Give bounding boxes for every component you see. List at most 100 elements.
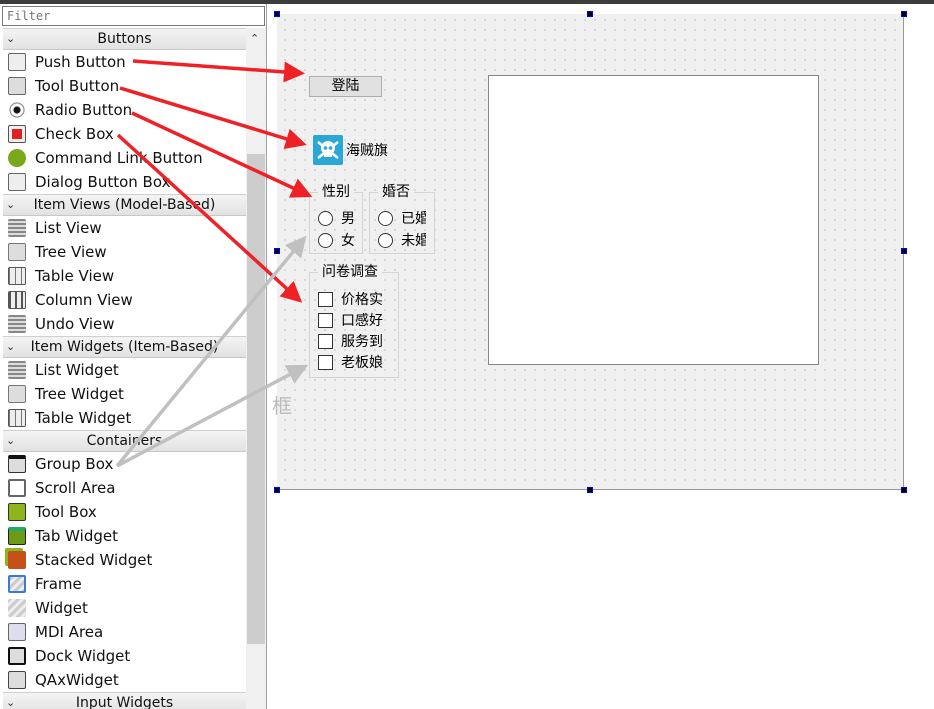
widget-item-group-box[interactable]: Group Box <box>3 452 246 476</box>
widget-item-label: Push Button <box>35 53 126 71</box>
widget-item-label: Table View <box>35 267 115 285</box>
radio-label: 已婚 <box>401 211 426 227</box>
radio-label: 男 <box>341 211 355 227</box>
list-widget-icon <box>8 361 26 379</box>
radio-circle-icon[interactable] <box>318 210 333 226</box>
group-box-title: 问卷调查 <box>318 263 382 281</box>
dialog-button-box-icon <box>8 173 26 191</box>
checkbox-square-icon[interactable] <box>318 291 333 307</box>
checkbox-label: 老板娘 <box>341 355 383 371</box>
annotation-text: 框 <box>272 394 292 418</box>
widget-item-tool-box[interactable]: Tool Box <box>3 500 246 524</box>
widget-list-scrollbar[interactable]: ⌃ <box>246 28 266 709</box>
widget-item-radio-button[interactable]: Radio Button <box>3 98 246 122</box>
widget-item-list-view[interactable]: List View <box>3 216 246 240</box>
widget-item-frame[interactable]: Frame <box>3 572 246 596</box>
widget-icon <box>8 599 26 617</box>
pirate-flag-tool-button[interactable]: 海贼旗 <box>313 135 388 165</box>
radio-unmarried[interactable]: 未婚 <box>378 230 426 250</box>
resize-handle[interactable] <box>901 11 907 17</box>
widget-item-label: Undo View <box>35 315 115 333</box>
widget-item-check-box[interactable]: Check Box <box>3 122 246 146</box>
checkbox-option[interactable]: 口感好 <box>318 310 389 330</box>
widget-item-widget[interactable]: Widget <box>3 596 246 620</box>
tool-button-label: 海贼旗 <box>346 143 388 159</box>
widget-item-label: Stacked Widget <box>35 551 153 569</box>
section-title: Buttons <box>97 31 152 47</box>
tab-widget-icon <box>8 527 26 545</box>
resize-handle[interactable] <box>274 248 280 254</box>
section-header-item-widgets-item-based[interactable]: ⌄ Item Widgets (Item-Based) <box>3 336 246 358</box>
widget-item-table-widget[interactable]: Table Widget <box>3 406 246 430</box>
checkbox-option[interactable]: 服务到 <box>318 331 389 351</box>
widget-item-qaxwidget[interactable]: QAxWidget <box>3 668 246 692</box>
widget-item-label: Dock Widget <box>35 647 131 665</box>
widget-item-push-button[interactable]: Push Button <box>3 50 246 74</box>
checkbox-label: 服务到 <box>341 334 383 350</box>
checkbox-label: 价格实 <box>341 292 383 308</box>
section-header-input-widgets[interactable]: ⌄ Input Widgets <box>3 692 246 709</box>
survey-group-box: 问卷调查 价格实 口感好 服务到 老板娘 <box>309 263 399 378</box>
filter-input[interactable] <box>2 6 265 26</box>
stacked-widget-icon <box>8 551 26 569</box>
widget-item-list-widget[interactable]: List Widget <box>3 358 246 382</box>
checkbox-square-icon[interactable] <box>318 354 333 370</box>
scrollbar-thumb[interactable] <box>247 154 265 644</box>
widget-item-tab-widget[interactable]: Tab Widget <box>3 524 246 548</box>
section-header-buttons[interactable]: ⌄ Buttons <box>3 28 246 50</box>
radio-married[interactable]: 已婚 <box>378 208 426 228</box>
widget-item-tree-view[interactable]: Tree View <box>3 240 246 264</box>
dock-widget-icon <box>8 647 26 665</box>
widget-item-label: Column View <box>35 291 133 309</box>
checkbox-square-icon[interactable] <box>318 312 333 328</box>
widget-item-label: List Widget <box>35 361 119 379</box>
radio-circle-icon[interactable] <box>378 210 393 226</box>
widget-item-label: Frame <box>35 575 82 593</box>
skull-icon <box>313 135 343 165</box>
widget-item-label: QAxWidget <box>35 671 119 689</box>
widget-item-tree-widget[interactable]: Tree Widget <box>3 382 246 406</box>
widget-item-stacked-widget[interactable]: Stacked Widget <box>3 548 246 572</box>
widget-item-mdi-area[interactable]: MDI Area <box>3 620 246 644</box>
column-view-icon <box>8 291 26 309</box>
section-header-item-views-model-based[interactable]: ⌄ Item Views (Model-Based) <box>3 194 246 216</box>
widget-item-label: Scroll Area <box>35 479 116 497</box>
resize-handle[interactable] <box>587 487 593 493</box>
check-box-icon <box>8 125 26 143</box>
login-push-button[interactable]: 登陆 <box>309 76 382 97</box>
widget-item-tool-button[interactable]: Tool Button <box>3 74 246 98</box>
resize-handle[interactable] <box>587 11 593 17</box>
widget-item-command-link-button[interactable]: Command Link Button <box>3 146 246 170</box>
tree-widget-icon <box>8 385 26 403</box>
chevron-down-icon: ⌄ <box>6 32 16 45</box>
section-header-containers[interactable]: ⌄ Containers <box>3 430 246 452</box>
radio-circle-icon[interactable] <box>378 232 393 248</box>
chevron-down-icon: ⌄ <box>6 434 16 447</box>
widget-item-label: Tree Widget <box>35 385 124 403</box>
resize-handle[interactable] <box>274 487 280 493</box>
frame-icon <box>8 575 26 593</box>
widget-item-label: MDI Area <box>35 623 104 641</box>
widget-item-dialog-button-box[interactable]: Dialog Button Box <box>3 170 246 194</box>
resize-handle[interactable] <box>274 11 280 17</box>
resize-handle[interactable] <box>901 248 907 254</box>
tool-box-icon <box>8 503 26 521</box>
widget-item-label: Tab Widget <box>35 527 118 545</box>
resize-handle[interactable] <box>901 487 907 493</box>
radio-male[interactable]: 男 <box>318 208 362 228</box>
text-edit[interactable] <box>488 75 819 365</box>
section-title: Input Widgets <box>75 695 174 709</box>
widget-item-scroll-area[interactable]: Scroll Area <box>3 476 246 500</box>
widget-item-label: Radio Button <box>35 101 133 119</box>
radio-female[interactable]: 女 <box>318 230 362 250</box>
widget-item-column-view[interactable]: Column View <box>3 288 246 312</box>
widget-item-dock-widget[interactable]: Dock Widget <box>3 644 246 668</box>
widget-item-undo-view[interactable]: Undo View <box>3 312 246 336</box>
checkbox-option[interactable]: 价格实 <box>318 289 389 309</box>
radio-circle-icon[interactable] <box>318 232 333 248</box>
push-button-icon <box>8 53 26 71</box>
checkbox-option[interactable]: 老板娘 <box>318 352 389 372</box>
scroll-up-icon[interactable]: ⌃ <box>250 32 259 45</box>
checkbox-square-icon[interactable] <box>318 333 333 349</box>
widget-item-table-view[interactable]: Table View <box>3 264 246 288</box>
